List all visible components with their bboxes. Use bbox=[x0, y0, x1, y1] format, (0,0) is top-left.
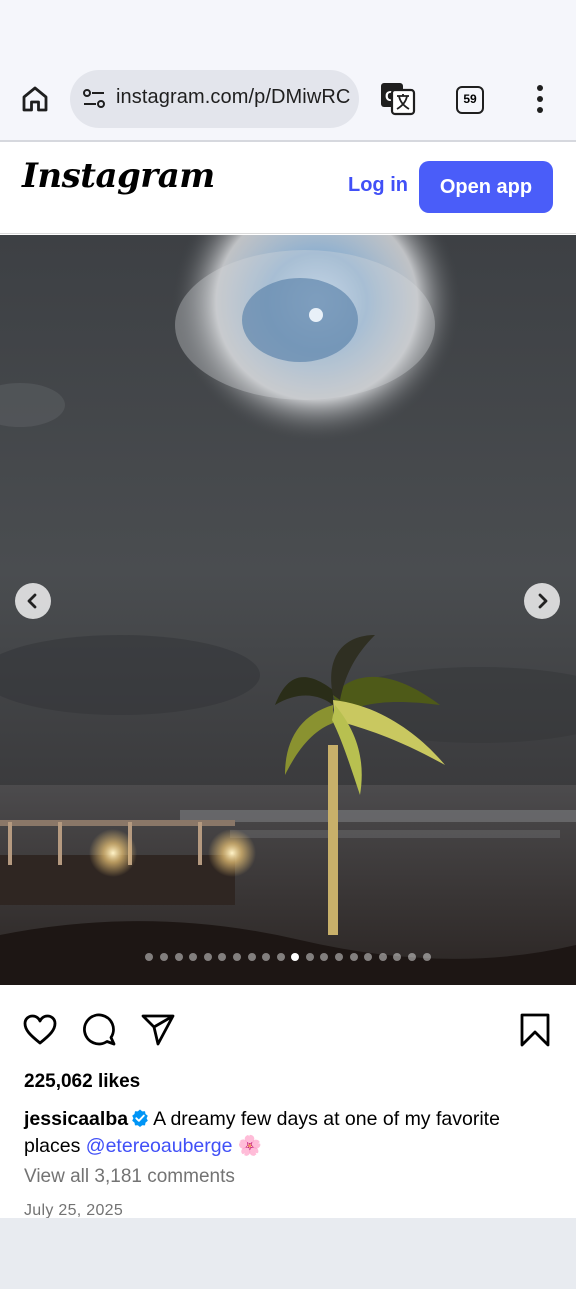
open-app-button[interactable]: Open app bbox=[419, 161, 553, 213]
translate-icon[interactable]: G bbox=[380, 82, 416, 116]
carousel-dot bbox=[262, 953, 271, 961]
carousel-dot bbox=[378, 953, 387, 961]
carousel-dot bbox=[335, 953, 344, 961]
tabs-icon[interactable]: 59 bbox=[456, 86, 484, 114]
caption-mention[interactable]: @etereoauberge bbox=[86, 1135, 233, 1157]
browser-toolbar: instagram.com/p/DMiwRC G 59 bbox=[0, 58, 576, 140]
system-bottom-bar bbox=[0, 1218, 576, 1289]
instagram-header: Instagram Log in Open app bbox=[0, 142, 576, 234]
url-text: instagram.com/p/DMiwRC bbox=[116, 86, 351, 108]
carousel-dot bbox=[203, 953, 212, 961]
carousel-dot bbox=[305, 953, 314, 961]
carousel-dot bbox=[145, 953, 154, 961]
caption-username[interactable]: jessicaalba bbox=[24, 1108, 128, 1130]
carousel-dot bbox=[408, 953, 417, 961]
carousel-dot-active bbox=[291, 953, 300, 961]
carousel-dot bbox=[349, 953, 358, 961]
like-count[interactable]: 225,062 likes bbox=[24, 1071, 140, 1093]
carousel-prev-button[interactable] bbox=[15, 583, 51, 619]
post-photo[interactable] bbox=[0, 235, 576, 985]
carousel-dot bbox=[364, 953, 373, 961]
post-actions bbox=[0, 985, 576, 1065]
chevron-right-icon bbox=[538, 593, 548, 609]
carousel-dot bbox=[159, 953, 168, 961]
view-comments-link[interactable]: View all 3,181 comments bbox=[24, 1166, 235, 1188]
status-bar-area bbox=[0, 0, 576, 58]
carousel-dot bbox=[422, 953, 431, 961]
carousel-indicator bbox=[0, 953, 576, 965]
comment-icon[interactable] bbox=[81, 1012, 117, 1048]
post-image bbox=[0, 235, 576, 985]
verified-badge-icon bbox=[132, 1109, 148, 1127]
login-link[interactable]: Log in bbox=[348, 174, 408, 197]
carousel-dot bbox=[276, 953, 285, 961]
carousel-dot bbox=[174, 953, 183, 961]
bookmark-icon[interactable] bbox=[517, 1012, 553, 1048]
like-heart-icon[interactable] bbox=[22, 1012, 58, 1048]
carousel-dot bbox=[320, 953, 329, 961]
post-caption: jessicaalba A dreamy few days at one of m… bbox=[24, 1106, 552, 1160]
home-icon[interactable] bbox=[20, 84, 50, 114]
instagram-logo[interactable]: Instagram bbox=[22, 156, 215, 196]
share-icon[interactable] bbox=[140, 1012, 176, 1048]
caption-emoji: 🌸 bbox=[237, 1135, 263, 1157]
chevron-left-icon bbox=[27, 593, 37, 609]
address-bar[interactable]: instagram.com/p/DMiwRC bbox=[70, 70, 359, 128]
carousel-dot bbox=[247, 953, 256, 961]
carousel-dot bbox=[232, 953, 241, 961]
carousel-dot bbox=[218, 953, 227, 961]
carousel-dot bbox=[189, 953, 198, 961]
more-vert-icon[interactable] bbox=[531, 84, 549, 114]
carousel-next-button[interactable] bbox=[524, 583, 560, 619]
site-settings-icon[interactable] bbox=[82, 88, 106, 110]
carousel-dot bbox=[393, 953, 402, 961]
